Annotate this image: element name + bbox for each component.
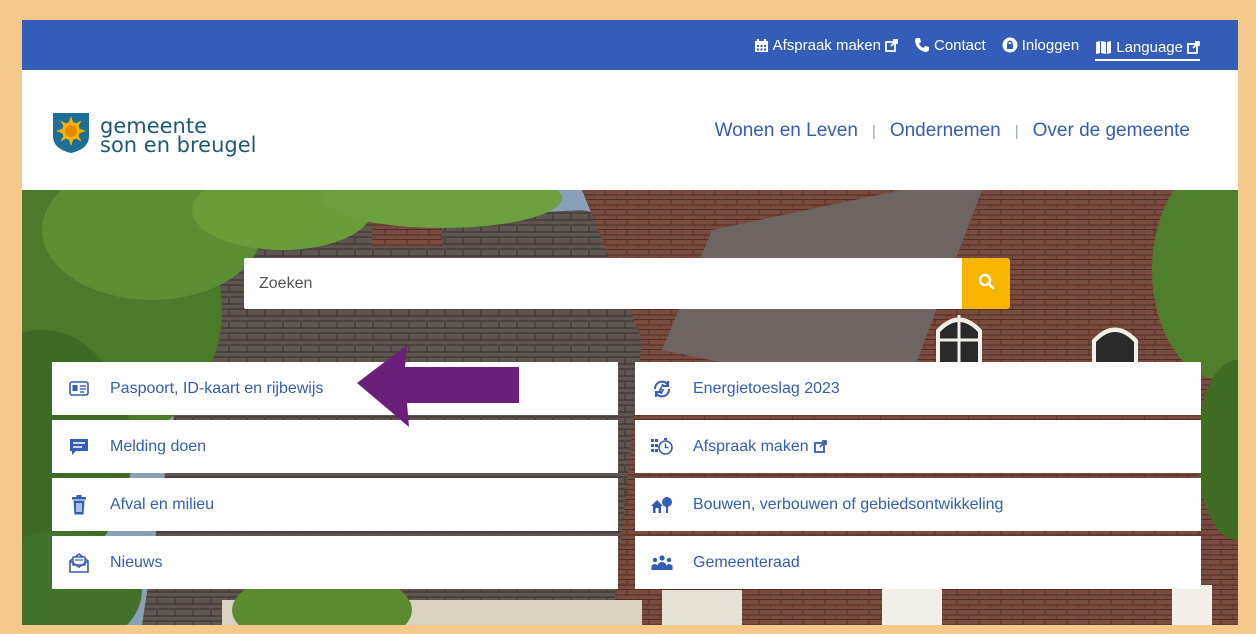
quicklink-label: Afval en milieu — [110, 495, 215, 513]
quicklink-paspoort[interactable]: Paspoort, ID-kaart en rijbewijs — [52, 362, 618, 415]
municipality-crest-icon — [52, 112, 90, 159]
topbar-login-label: Inloggen — [1021, 36, 1080, 54]
browser-frame: Afspraak maken Contact Inloggen Language — [22, 20, 1238, 625]
topbar-appointment-label: Afspraak maken — [772, 36, 881, 54]
external-link-icon — [813, 440, 827, 453]
search-bar: Zoeken — [244, 258, 1010, 309]
topbar-language-label: Language — [1116, 38, 1183, 56]
quicklink-label: Paspoort, ID-kaart en rijbewijs — [110, 379, 324, 397]
houses-icon — [651, 494, 673, 516]
quicklink-nieuws[interactable]: Nieuws — [52, 536, 618, 589]
quicklink-label: Melding doen — [110, 437, 207, 455]
annotation-arrow-icon — [357, 345, 519, 427]
phone-icon — [914, 37, 930, 53]
quicklink-gemeenteraad[interactable]: Gemeenteraad — [635, 536, 1201, 589]
topbar-login-link[interactable]: Inloggen — [1002, 33, 1080, 58]
nav-item-wonen-en-leven[interactable]: Wonen en Leven — [715, 120, 858, 142]
map-icon — [1095, 40, 1112, 55]
search-button[interactable] — [962, 258, 1010, 309]
external-link-icon — [885, 38, 898, 52]
utility-bar: Afspraak maken Contact Inloggen Language — [22, 20, 1238, 70]
nav-item-ondernemen[interactable]: Ondernemen — [890, 120, 1001, 142]
site-header: gemeente son en breugel Wonen en Leven |… — [22, 70, 1238, 190]
appointment-clock-icon — [651, 436, 673, 458]
search-icon — [978, 273, 995, 295]
quicklink-energietoeslag[interactable]: Energietoeslag 2023 — [635, 362, 1201, 415]
topbar-contact-link[interactable]: Contact — [914, 33, 986, 58]
quicklink-label: Bouwen, verbouwen of gebiedsontwikkeling — [693, 495, 1004, 513]
quicklink-afval[interactable]: Afval en milieu — [52, 478, 618, 531]
id-card-icon — [68, 378, 90, 400]
quicklink-label: Gemeenteraad — [693, 553, 800, 571]
external-link-icon — [1187, 40, 1200, 54]
nav-separator: | — [871, 122, 876, 140]
lock-icon — [1002, 37, 1018, 53]
main-navigation: Wonen en Leven | Ondernemen | Over de ge… — [715, 120, 1190, 142]
quicklink-melding[interactable]: Melding doen — [52, 420, 618, 473]
topbar-language-link[interactable]: Language — [1095, 35, 1200, 61]
search-input[interactable]: Zoeken — [244, 258, 962, 309]
quicklink-bouwen[interactable]: Bouwen, verbouwen of gebiedsontwikkeling — [635, 478, 1201, 531]
calendar-icon — [754, 38, 769, 53]
quicklink-label: Energietoeslag 2023 — [693, 379, 840, 397]
topbar-contact-label: Contact — [933, 36, 986, 54]
trash-icon — [68, 494, 90, 516]
logo-line2: son en breugel — [100, 132, 257, 157]
energy-refresh-icon — [651, 378, 673, 400]
quicklink-afspraak-maken[interactable]: Afspraak maken — [635, 420, 1201, 473]
quicklink-label: Nieuws — [110, 553, 163, 571]
hero-section: Zoeken Paspoort, ID-kaart en rijbewijs M… — [22, 190, 1238, 625]
nav-item-over-de-gemeente[interactable]: Over de gemeente — [1033, 120, 1190, 142]
nav-separator: | — [1014, 122, 1019, 140]
quicklink-label: Afspraak maken — [693, 437, 809, 455]
topbar-appointment-link[interactable]: Afspraak maken — [754, 33, 898, 58]
people-icon — [651, 552, 673, 574]
newsletter-icon — [68, 552, 90, 574]
logo-text: gemeente son en breugel — [100, 115, 257, 157]
chat-icon — [68, 436, 90, 458]
site-logo[interactable]: gemeente son en breugel — [52, 112, 257, 159]
